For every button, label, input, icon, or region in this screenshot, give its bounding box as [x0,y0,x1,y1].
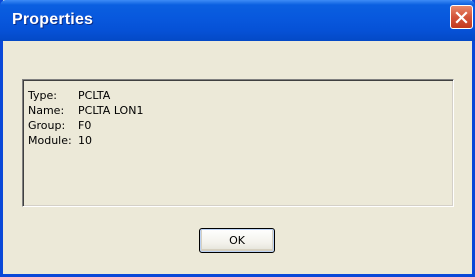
dialog-content: Type: PCLTA Name: PCLTA LON1 Group: F0 M… [3,41,472,274]
property-value: 10 [78,134,92,147]
window-title: Properties [12,11,94,28]
ok-button[interactable]: OK [199,228,275,253]
title-bar[interactable]: Properties [0,0,475,41]
property-value: PCLTA LON1 [78,104,144,117]
property-value: F0 [78,119,92,132]
property-label: Group: [28,119,66,132]
properties-panel: Type: PCLTA Name: PCLTA LON1 Group: F0 M… [22,79,454,207]
close-button[interactable] [450,5,473,29]
property-label: Type: [28,89,57,102]
property-label: Name: [28,104,65,117]
property-value: PCLTA [78,89,111,102]
property-label: Module: [28,134,72,147]
close-icon [455,10,468,24]
properties-dialog: Properties Type: PCLTA Name: PCLTA LON1 … [0,0,475,277]
